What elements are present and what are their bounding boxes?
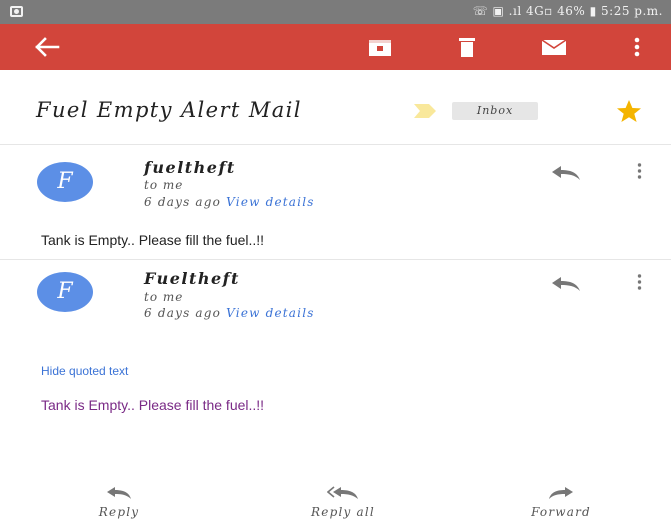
- sender-avatar[interactable]: F: [37, 272, 93, 312]
- message-time: 6 days ago: [144, 306, 222, 320]
- recipient-label: to me: [144, 178, 184, 192]
- inbox-label[interactable]: Inbox: [452, 102, 538, 120]
- view-details-link[interactable]: View details: [226, 306, 314, 320]
- archive-icon[interactable]: [368, 37, 392, 57]
- message-body: Tank is Empty.. Please fill the fuel..!!: [41, 232, 265, 248]
- mail-icon[interactable]: [541, 37, 567, 57]
- sender-name: fueltheft: [144, 158, 236, 177]
- status-bar-text: ☏ ▣ .ıl 4G▫ 46% ▮ 5:25 p.m.: [472, 4, 663, 18]
- reply-label: Reply: [98, 505, 140, 519]
- sender-avatar[interactable]: F: [37, 162, 93, 202]
- subject-row: Fuel Empty Alert Mail Inbox: [0, 70, 671, 144]
- recipient-label: to me: [144, 290, 184, 304]
- message-time: 6 days ago: [144, 195, 222, 209]
- delete-icon[interactable]: [459, 37, 475, 57]
- bottom-action-bar: Reply Reply all Forward: [0, 474, 671, 525]
- overflow-menu-icon[interactable]: [634, 37, 640, 57]
- forward-icon: [549, 487, 573, 499]
- view-details-link[interactable]: View details: [226, 195, 314, 209]
- forward-label: Forward: [531, 505, 591, 519]
- hide-quoted-text-link[interactable]: Hide quoted text: [41, 364, 128, 378]
- importance-marker-icon[interactable]: [414, 104, 436, 118]
- message-1[interactable]: F fueltheft to me 6 days ago View detail…: [0, 145, 671, 255]
- status-bar: ☏ ▣ .ıl 4G▫ 46% ▮ 5:25 p.m.: [0, 0, 671, 24]
- reply-all-button[interactable]: Reply all: [288, 474, 398, 525]
- sender-name: Fueltheft: [144, 269, 240, 288]
- reply-icon[interactable]: [551, 165, 581, 181]
- reply-icon[interactable]: [551, 276, 581, 292]
- reply-button[interactable]: Reply: [84, 474, 154, 525]
- gallery-notification-icon: [10, 6, 23, 17]
- message-meta: 6 days ago View details: [144, 306, 315, 320]
- message-meta: 6 days ago View details: [144, 195, 315, 209]
- message-more-icon[interactable]: [637, 163, 642, 179]
- email-subject: Fuel Empty Alert Mail: [36, 98, 302, 122]
- reply-all-icon: [327, 486, 358, 499]
- app-bar: [0, 24, 671, 70]
- back-arrow-icon[interactable]: [34, 37, 60, 57]
- message-more-icon[interactable]: [637, 274, 642, 290]
- reply-icon: [107, 487, 131, 499]
- reply-all-label: Reply all: [311, 505, 375, 519]
- quoted-message-body: Tank is Empty.. Please fill the fuel..!!: [41, 397, 265, 413]
- forward-button[interactable]: Forward: [516, 474, 606, 525]
- star-icon[interactable]: [616, 99, 642, 123]
